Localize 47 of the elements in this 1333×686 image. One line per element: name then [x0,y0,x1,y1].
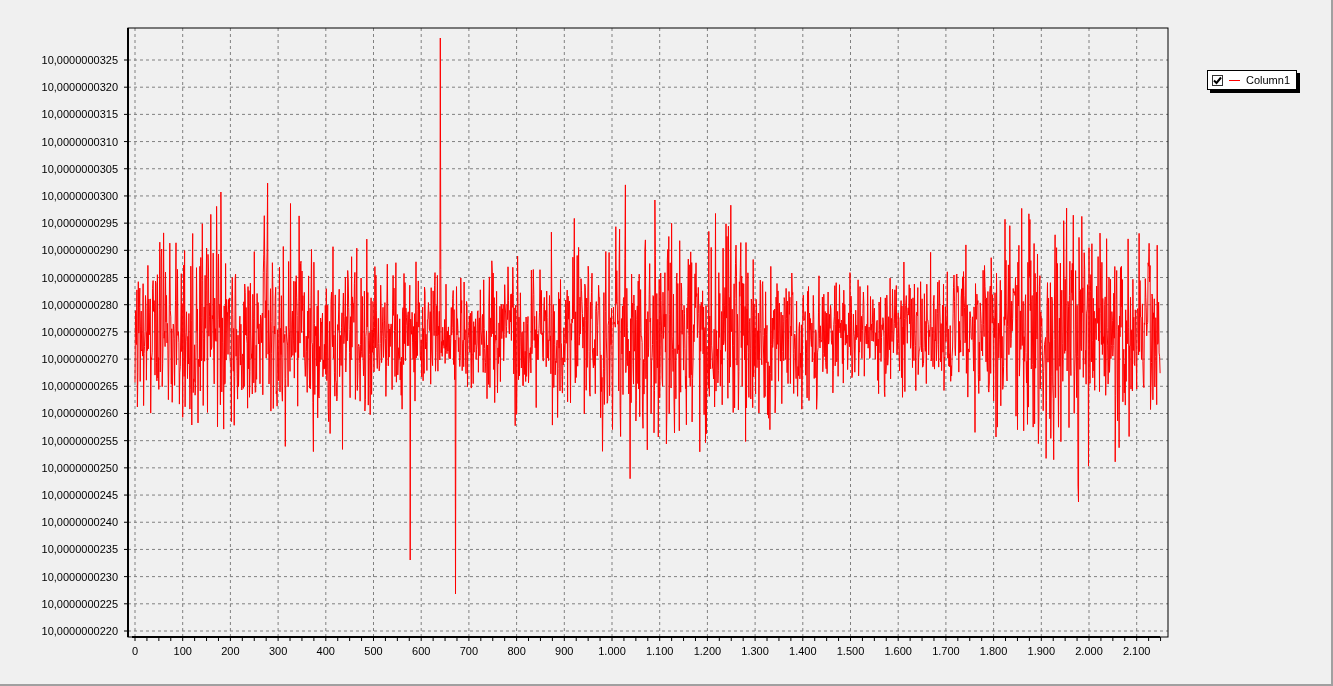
x-tick-label: 1.500 [836,645,865,657]
x-tick-label: 1.700 [932,645,960,657]
x-tick-label: 1.200 [693,645,722,657]
legend-label: Column1 [1246,74,1291,86]
y-tick-label: 10,0000000280 [41,298,118,311]
y-tick-label: 10,0000000275 [41,325,118,338]
x-tick-label: 1.300 [741,645,769,657]
y-tick-label: 10,0000000320 [41,81,118,94]
x-tick-label: 1.400 [789,645,817,657]
x-tick-label: 700 [459,645,479,657]
y-tick-label: 10,0000000265 [41,380,118,393]
y-tick-label: 10,0000000250 [41,461,118,474]
y-tick-label: 10,0000000235 [41,543,118,556]
x-tick-label: 2.100 [1122,645,1151,657]
x-tick-label: 200 [221,645,240,657]
y-tick-label: 10,0000000255 [41,434,118,447]
x-tick-label: 1.600 [884,645,912,657]
y-tick-label: 10,0000000290 [41,244,118,257]
x-tick-label: 1.900 [1027,645,1056,657]
x-tick-label: 300 [268,645,288,657]
x-tick-label: 100 [173,645,192,657]
y-tick-label: 10,0000000260 [41,407,118,420]
x-tick-label: 800 [507,645,526,657]
x-tick-label: 1.000 [598,645,626,657]
y-tick-label: 10,0000000240 [41,516,118,529]
x-tick-label: 500 [364,645,383,657]
y-tick-label: 10,0000000220 [41,625,118,637]
y-tick-label: 10,0000000305 [41,162,118,175]
x-tick-label: 2.000 [1075,645,1103,657]
y-tick-label: 10,0000000230 [41,570,118,583]
x-tick-label: 600 [412,645,431,657]
x-tick-label: 1.800 [979,645,1008,657]
y-tick-label: 10,0000000285 [41,271,118,284]
x-tick-label: 1.100 [645,645,674,657]
y-tick-label: 10,0000000325 [41,54,118,66]
y-tick-label: 10,0000000300 [41,189,118,202]
y-tick-label: 10,0000000225 [41,597,118,610]
y-tick-label: 10,0000000310 [41,135,118,148]
checkmark-icon [1213,75,1222,85]
y-tick-label: 10,0000000315 [41,108,118,121]
y-tick-label: 10,0000000270 [41,353,118,366]
y-tick-label: 10,0000000295 [41,217,118,230]
y-tick-label: 10,0000000245 [41,489,118,502]
x-tick-label: 400 [316,645,335,657]
x-tick-label: 900 [555,645,574,657]
legend-checkbox[interactable] [1212,74,1223,86]
x-tick-label: 0 [131,645,139,657]
